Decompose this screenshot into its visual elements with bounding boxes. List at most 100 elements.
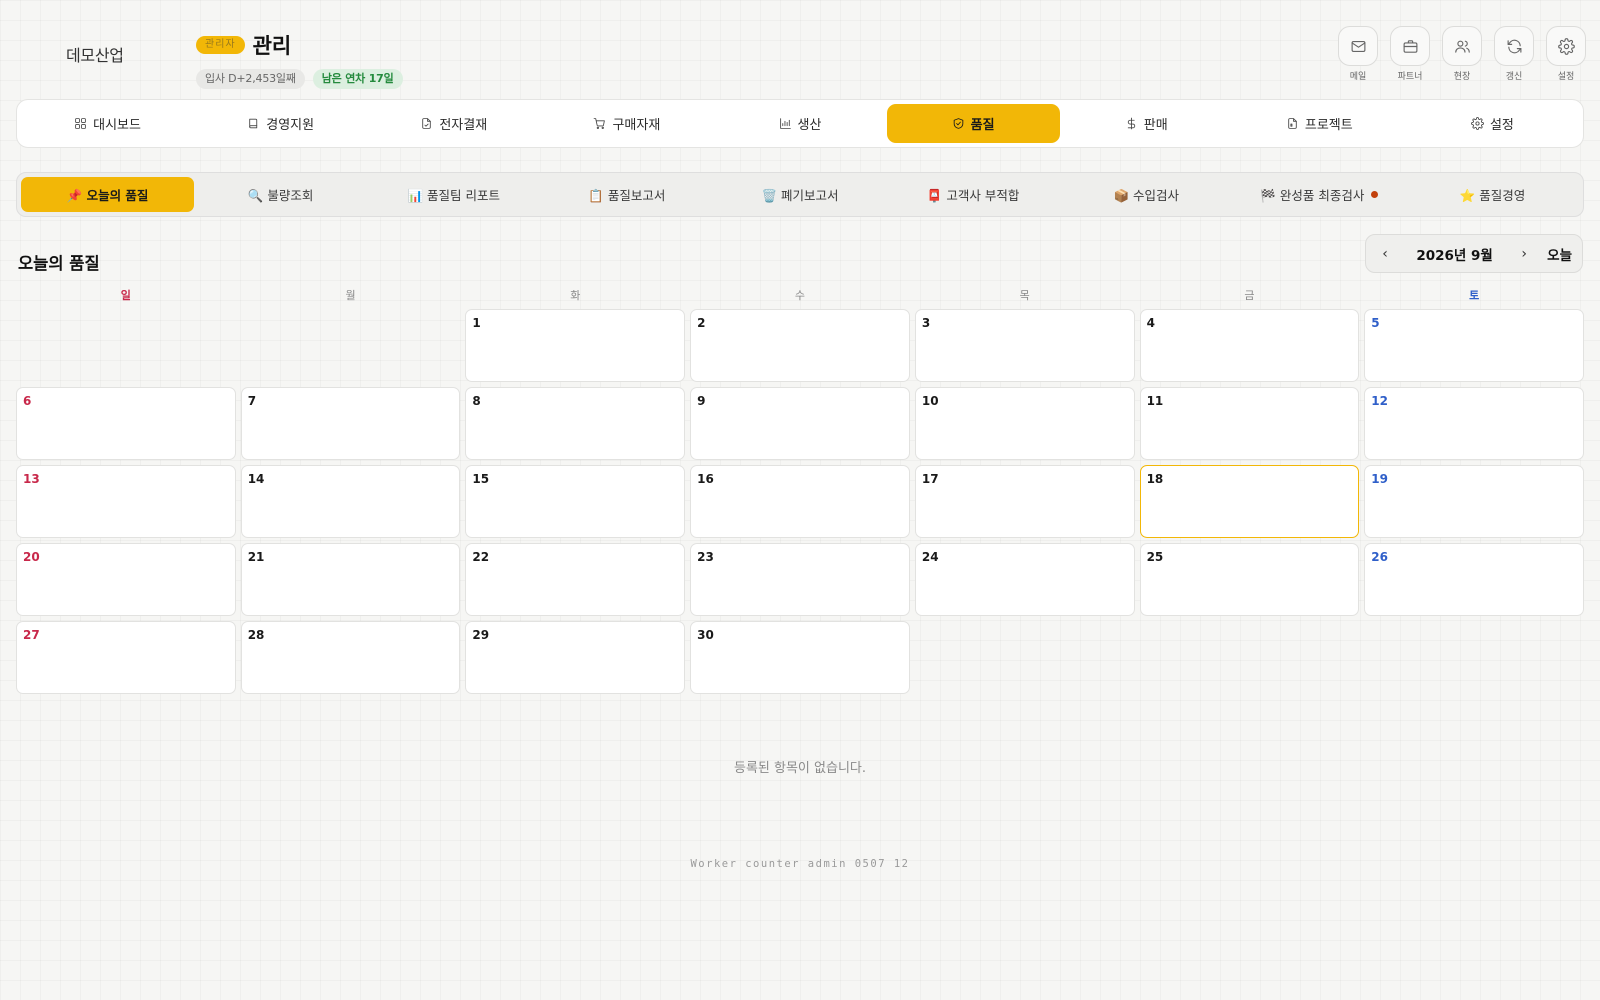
day-number: 14 bbox=[247, 472, 265, 486]
day-number: 1 bbox=[472, 316, 481, 330]
tab-final-inspection-label: 🏁 완성품 최종검사 bbox=[1260, 188, 1365, 203]
gear-icon bbox=[1546, 26, 1586, 66]
weekday-header: 일 월 화 수 목 금 토 bbox=[16, 287, 1584, 303]
calendar-day[interactable]: 10 bbox=[914, 387, 1135, 460]
mail-button[interactable]: 메일 bbox=[1338, 26, 1378, 82]
weekday-mon: 월 bbox=[345, 289, 356, 302]
month-navigator: ‹ 2026년 9월 › 오늘 bbox=[1365, 234, 1583, 273]
tab-defect-search[interactable]: 🔍 불량조회 bbox=[194, 177, 367, 212]
partner-label: 파트너 bbox=[1397, 72, 1423, 82]
day-number: 12 bbox=[1371, 394, 1388, 408]
calendar-day[interactable]: 24 bbox=[914, 543, 1135, 616]
nav-quality[interactable]: 품질 bbox=[886, 104, 1060, 143]
nav-purchasing-label: 구매자재 bbox=[612, 118, 661, 133]
calendar-day[interactable]: 19 bbox=[1364, 465, 1584, 538]
calendar-day[interactable]: 2 bbox=[690, 309, 910, 382]
nav-settings-label: 설정 bbox=[1489, 118, 1514, 133]
prev-month-button[interactable]: ‹ bbox=[1376, 246, 1394, 262]
calendar-day[interactable]: 3 bbox=[914, 309, 1135, 382]
calendar-day[interactable]: 25 bbox=[1139, 543, 1360, 616]
nav-project-label: 프로젝트 bbox=[1304, 118, 1353, 133]
dollar-icon bbox=[1127, 117, 1135, 130]
tab-disposal-report[interactable]: 🗑️ 폐기보고서 bbox=[713, 177, 886, 212]
tab-quality-management[interactable]: ⭐ 품질경영 bbox=[1406, 177, 1579, 212]
calendar-day[interactable]: 9 bbox=[690, 387, 910, 460]
tab-final-inspection[interactable]: 🏁 완성품 최종검사 bbox=[1233, 177, 1406, 212]
weekday-sat: 토 bbox=[1469, 289, 1480, 302]
calendar-day[interactable]: 21 bbox=[240, 543, 461, 616]
calendar-day[interactable]: 7 bbox=[240, 387, 461, 460]
calendar-day[interactable]: 8 bbox=[465, 387, 686, 460]
calendar-day[interactable]: 29 bbox=[465, 621, 686, 694]
day-number: 19 bbox=[1371, 472, 1388, 486]
tab-incoming-inspection[interactable]: 📦 수입검사 bbox=[1060, 177, 1233, 212]
weekday-tue: 화 bbox=[570, 289, 581, 302]
site-button[interactable]: 현장 bbox=[1442, 26, 1482, 82]
chart-icon bbox=[779, 118, 791, 129]
refresh-button[interactable]: 갱신 bbox=[1494, 26, 1534, 82]
tab-quality-team-report-label: 📊 품질팀 리포트 bbox=[407, 188, 501, 203]
settings-button[interactable]: 설정 bbox=[1546, 26, 1586, 82]
calendar-day[interactable]: 27 bbox=[16, 621, 236, 694]
day-number: 4 bbox=[1146, 316, 1155, 330]
calendar-day[interactable]: 12 bbox=[1364, 387, 1584, 460]
file-sign-icon bbox=[422, 118, 432, 129]
day-number: 17 bbox=[921, 472, 939, 486]
tab-quality-report-label: 📋 품질보고서 bbox=[588, 188, 666, 203]
calendar-day[interactable]: 6 bbox=[16, 387, 236, 460]
quality-sub-tabs: 📌 오늘의 품질 🔍 불량조회 📊 품질팀 리포트 📋 품질보고서 🗑️ 폐기보… bbox=[16, 172, 1584, 217]
tab-quality-report[interactable]: 📋 품질보고서 bbox=[540, 177, 713, 212]
nav-project[interactable]: 프로젝트 bbox=[1233, 104, 1406, 143]
next-month-button[interactable]: › bbox=[1515, 246, 1533, 262]
top-icon-bar: 메일 파트너 현장 갱신 설정 bbox=[1338, 26, 1586, 82]
day-number: 23 bbox=[697, 550, 714, 564]
nav-dashboard[interactable]: 대시보드 bbox=[21, 104, 194, 143]
nav-approval[interactable]: 전자결재 bbox=[367, 104, 540, 143]
day-number: 26 bbox=[1371, 550, 1388, 564]
day-number: 2 bbox=[697, 316, 706, 330]
tenure-badge: 입사 D+2,453일째 bbox=[196, 69, 305, 89]
calendar-day[interactable]: 15 bbox=[465, 465, 686, 538]
grid-icon bbox=[75, 118, 86, 129]
calendar-day[interactable]: 17 bbox=[914, 465, 1135, 538]
calendar-day-today[interactable]: 18 bbox=[1139, 465, 1360, 538]
tab-today-quality[interactable]: 📌 오늘의 품질 bbox=[21, 177, 195, 212]
calendar-day[interactable]: 28 bbox=[240, 621, 461, 694]
weekday-fri: 금 bbox=[1244, 289, 1255, 302]
calendar-day[interactable]: 23 bbox=[690, 543, 910, 616]
calendar-day[interactable]: 26 bbox=[1364, 543, 1584, 616]
nav-production-label: 생산 bbox=[797, 118, 822, 133]
nav-settings[interactable]: 설정 bbox=[1406, 104, 1579, 143]
partner-button[interactable]: 파트너 bbox=[1390, 26, 1430, 82]
day-number: 29 bbox=[472, 628, 490, 642]
nav-production[interactable]: 생산 bbox=[713, 104, 886, 143]
today-button[interactable]: 오늘 bbox=[1547, 244, 1572, 264]
day-number: 10 bbox=[921, 394, 939, 408]
nav-management[interactable]: 경영지원 bbox=[194, 104, 367, 143]
calendar-day[interactable]: 16 bbox=[690, 465, 910, 538]
day-number: 21 bbox=[247, 550, 265, 564]
calendar-day[interactable]: 22 bbox=[465, 543, 686, 616]
weekday-sun: 일 bbox=[120, 289, 131, 302]
tab-customer-nonconformance[interactable]: 📮 고객사 부적합 bbox=[887, 177, 1060, 212]
calendar-day[interactable]: 14 bbox=[240, 465, 461, 538]
day-number: 22 bbox=[472, 550, 490, 564]
calendar-day[interactable]: 13 bbox=[16, 465, 236, 538]
notification-dot bbox=[1371, 191, 1379, 198]
calendar-day[interactable]: 30 bbox=[690, 621, 910, 694]
tab-quality-team-report[interactable]: 📊 품질팀 리포트 bbox=[367, 177, 540, 212]
nav-sales[interactable]: 판매 bbox=[1060, 104, 1233, 143]
day-number: 13 bbox=[23, 472, 40, 486]
calendar-day[interactable]: 5 bbox=[1364, 309, 1584, 382]
brand-name: 데모산업 bbox=[66, 46, 124, 65]
calendar-day[interactable]: 11 bbox=[1139, 387, 1360, 460]
leave-badge: 남은 연차 17일 bbox=[312, 69, 403, 89]
tab-today-quality-label: 📌 오늘의 품질 bbox=[66, 188, 149, 203]
day-number: 3 bbox=[921, 316, 931, 330]
calendar-day[interactable]: 1 bbox=[465, 309, 686, 382]
nav-purchasing[interactable]: 구매자재 bbox=[540, 104, 713, 143]
briefcase-icon bbox=[1390, 26, 1430, 66]
book-icon bbox=[249, 118, 258, 129]
calendar-day[interactable]: 20 bbox=[16, 543, 236, 616]
calendar-day[interactable]: 4 bbox=[1139, 309, 1360, 382]
